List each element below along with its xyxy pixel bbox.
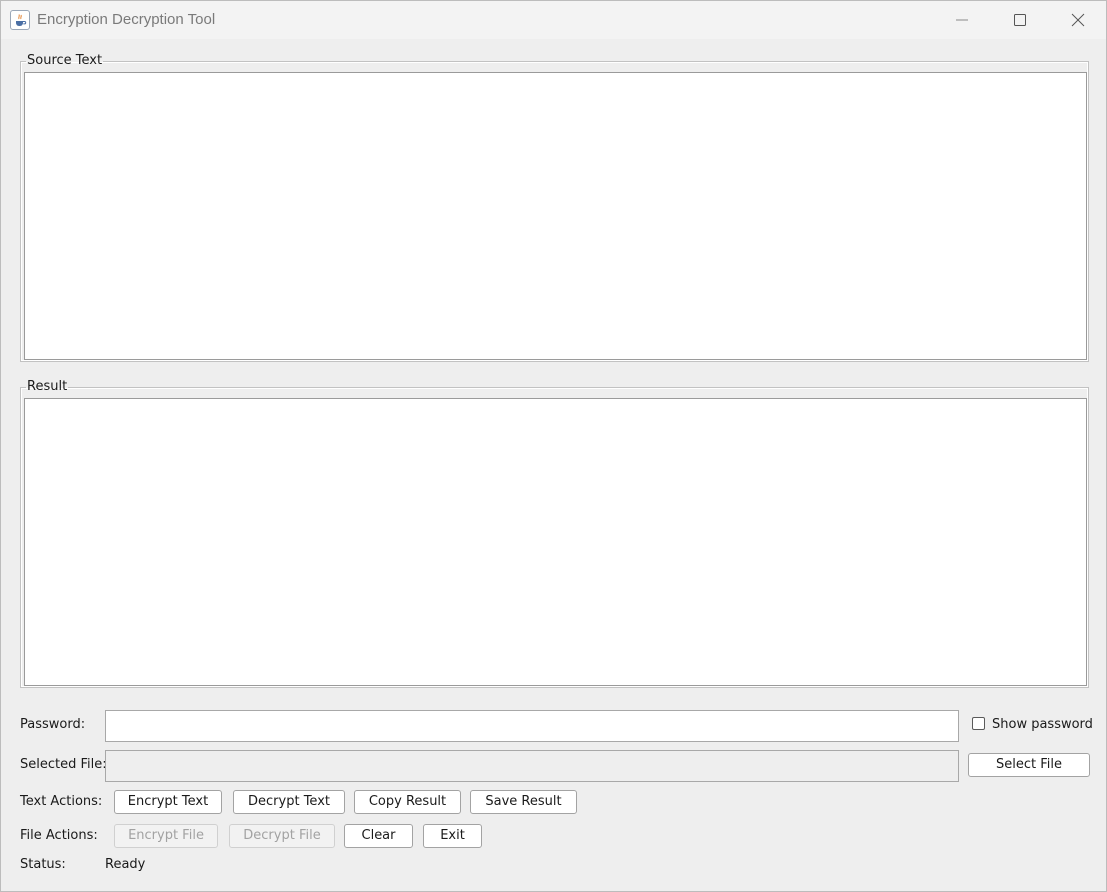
close-button[interactable] — [1049, 1, 1107, 39]
encrypt-text-button[interactable]: Encrypt Text — [114, 790, 222, 814]
minimize-icon — [956, 19, 968, 21]
encrypt-file-button[interactable]: Encrypt File — [114, 824, 218, 848]
file-actions-label: File Actions: — [20, 828, 98, 843]
copy-result-button[interactable]: Copy Result — [354, 790, 461, 814]
selected-file-label: Selected File: — [20, 757, 107, 772]
source-text-legend: Source Text — [27, 53, 103, 68]
status-value: Ready — [105, 857, 146, 872]
clear-button[interactable]: Clear — [344, 824, 413, 848]
result-legend: Result — [27, 379, 68, 394]
exit-button[interactable]: Exit — [423, 824, 482, 848]
maximize-button[interactable] — [991, 1, 1049, 39]
show-password-label[interactable]: Show password — [992, 717, 1093, 733]
window-title: Encryption Decryption Tool — [37, 11, 216, 28]
select-file-button[interactable]: Select File — [968, 753, 1090, 777]
java-cup-icon — [10, 10, 30, 30]
status-label: Status: — [20, 857, 66, 872]
selected-file-field — [105, 750, 959, 782]
minimize-button[interactable] — [933, 1, 991, 39]
decrypt-text-button[interactable]: Decrypt Text — [233, 790, 345, 814]
decrypt-file-button[interactable]: Decrypt File — [229, 824, 335, 848]
app-window: Encryption Decryption Tool Source Text R… — [0, 0, 1107, 892]
maximize-icon — [1014, 14, 1026, 26]
source-text-area[interactable] — [24, 72, 1087, 360]
password-label: Password: — [20, 717, 86, 732]
save-result-button[interactable]: Save Result — [470, 790, 577, 814]
show-password-checkbox[interactable] — [972, 717, 985, 730]
close-icon — [1071, 13, 1085, 27]
title-bar[interactable]: Encryption Decryption Tool — [1, 1, 1106, 39]
text-actions-label: Text Actions: — [20, 794, 103, 809]
password-field[interactable] — [105, 710, 959, 742]
result-text-area[interactable] — [24, 398, 1087, 686]
